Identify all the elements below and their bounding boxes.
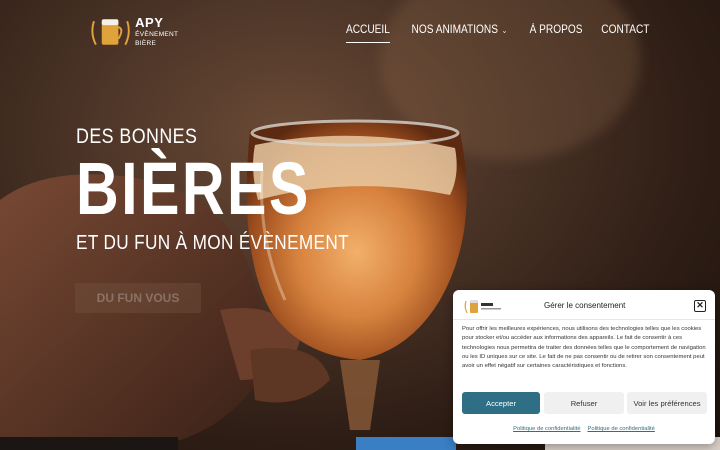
- bottom-thumbnail-strip: [356, 437, 456, 450]
- main-nav: ACCUEIL NOS ANIMATIONS ⌄ À PROPOS CONTACT: [343, 24, 653, 43]
- chevron-down-icon: ⌄: [501, 25, 508, 35]
- consent-links: Politique de confidentialité Politique d…: [453, 426, 715, 432]
- nav-label: CONTACT: [601, 24, 650, 36]
- privacy-policy-link-2[interactable]: Politique de confidentialité: [588, 426, 655, 432]
- divider: [453, 319, 715, 320]
- hero-title: BIÈRES: [76, 147, 311, 230]
- consent-body: Pour offrir les meilleures expériences, …: [462, 326, 706, 370]
- refuse-button[interactable]: Refuser: [544, 392, 624, 414]
- hero-line-3: ET DU FUN À MON ÉVÈNEMENT: [76, 232, 349, 254]
- site-logo[interactable]: APY ÉVÈNEMENT BIÈRE: [90, 15, 200, 49]
- nav-item-a-propos[interactable]: À PROPOS: [530, 24, 583, 36]
- view-preferences-button[interactable]: Voir les préférences: [627, 392, 707, 414]
- nav-item-accueil[interactable]: ACCUEIL: [346, 24, 391, 43]
- accept-button[interactable]: Accepter: [462, 392, 540, 414]
- privacy-policy-link[interactable]: Politique de confidentialité: [513, 426, 580, 432]
- site-header: APY ÉVÈNEMENT BIÈRE ACCUEIL NOS ANIMATIO…: [0, 0, 720, 64]
- close-icon[interactable]: ✕: [694, 300, 706, 312]
- nav-label: À PROPOS: [529, 24, 583, 36]
- hero-cta-button[interactable]: DU FUN VOUS: [75, 283, 201, 313]
- logo-title: APY: [135, 15, 164, 30]
- consent-logo-icon: [464, 300, 501, 314]
- consent-title: Gérer le consentement: [544, 301, 626, 310]
- logo-subtitle: ÉVÈNEMENT BIÈRE: [135, 31, 179, 47]
- hero-line-1: DES BONNES: [76, 125, 198, 148]
- cookie-consent-dialog: Gérer le consentement ✕ Pour offrir les …: [453, 290, 715, 444]
- beer-mug-logo-icon: [91, 19, 130, 46]
- nav-item-nos-animations[interactable]: NOS ANIMATIONS ⌄: [412, 24, 508, 36]
- nav-item-contact[interactable]: CONTACT: [602, 24, 650, 36]
- nav-label: NOS ANIMATIONS: [411, 24, 499, 36]
- nav-label: ACCUEIL: [346, 24, 391, 36]
- bottom-thumbnail-strip: [0, 437, 178, 450]
